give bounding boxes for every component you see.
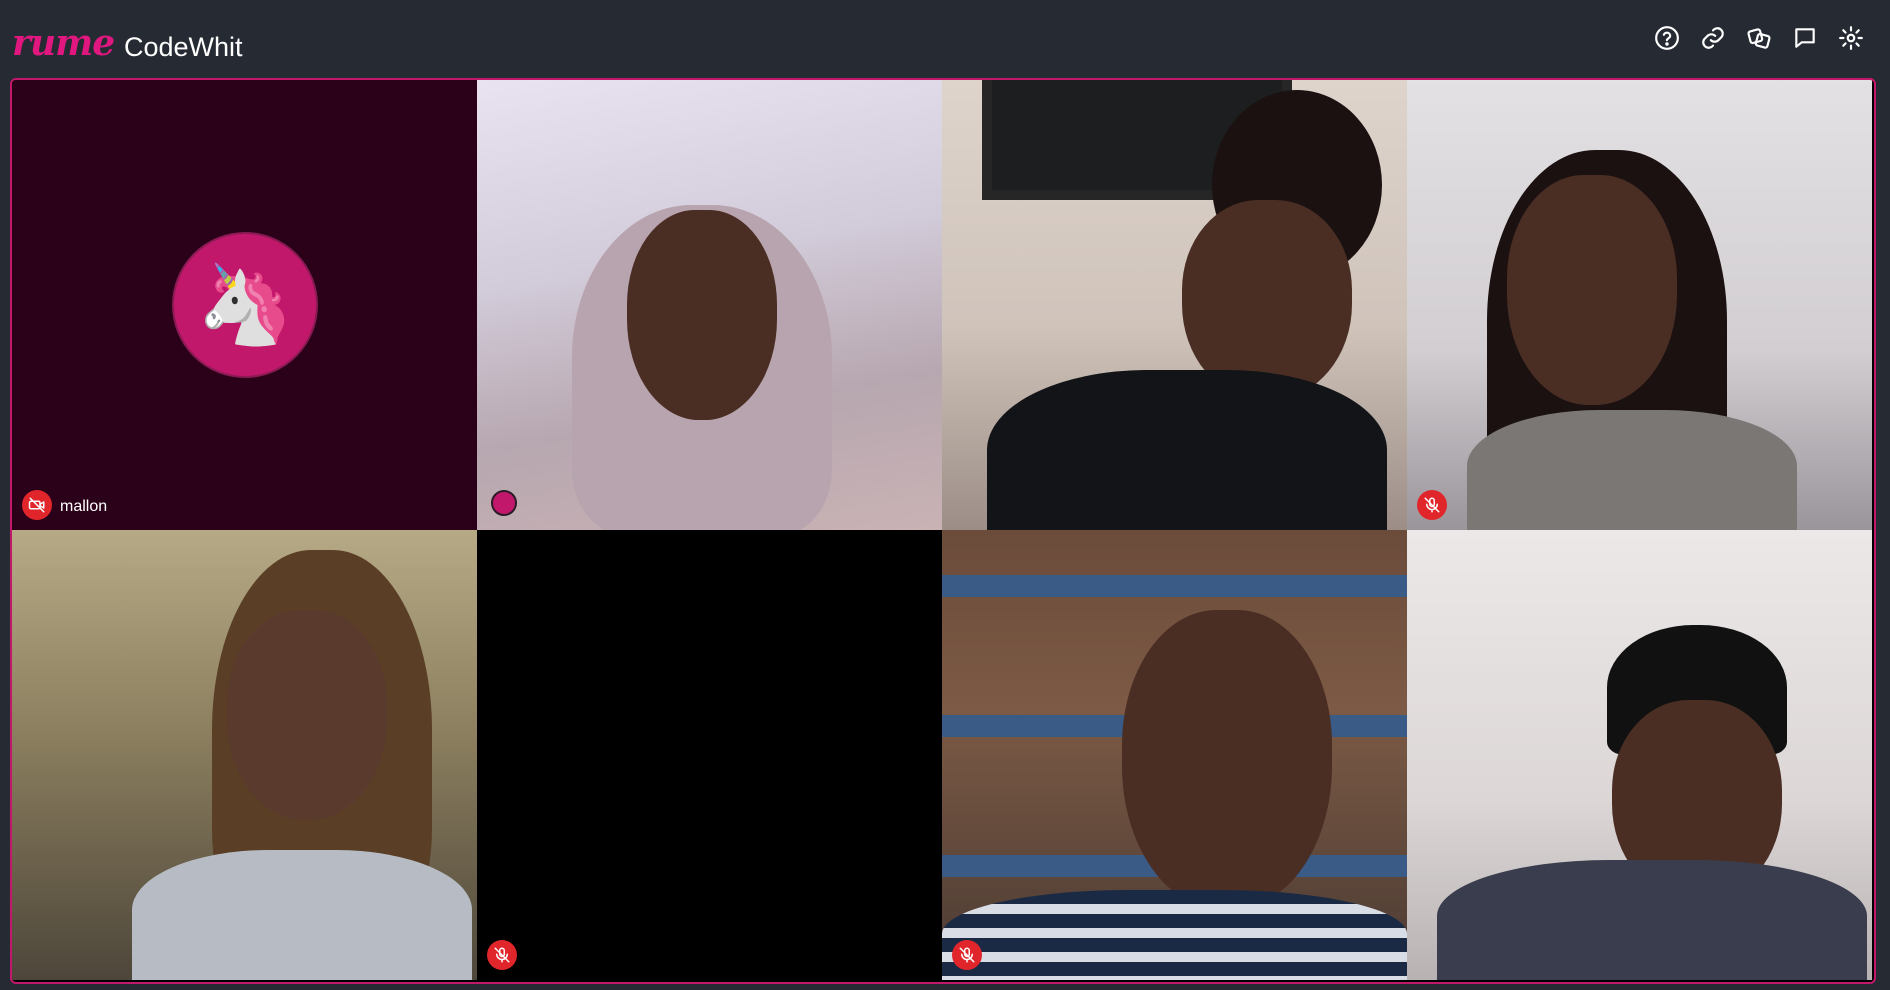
participant-tile-mallon[interactable]: 🦄 mallon [12,80,477,530]
participant-tile-video[interactable] [1407,530,1872,980]
room-name: CodeWhit [124,32,243,62]
participant-face [1507,175,1677,405]
participant-shirt [1467,410,1797,530]
participant-tile-video[interactable] [942,80,1407,530]
top-bar: rume CodeWhit [0,0,1890,78]
participant-tile-video[interactable] [1407,80,1872,530]
participant-tile-video[interactable] [12,530,477,980]
participant-name: mallon [60,498,108,515]
participant-face [627,210,777,420]
games-icon[interactable] [1744,23,1774,53]
speaking-indicator [491,490,517,516]
help-icon[interactable] [1652,23,1682,53]
participant-shirt [132,850,472,980]
participant-face [1122,610,1332,910]
participant-tile-blank[interactable] [477,530,942,980]
settings-icon[interactable] [1836,23,1866,53]
avatar: 🦄 [172,232,318,378]
rume-logo[interactable]: rume [12,22,115,64]
video-grid: 🦄 mallon [10,78,1876,984]
toolbar [1652,24,1866,52]
chat-icon[interactable] [1790,23,1820,53]
mic-muted-icon [952,940,982,970]
mic-muted-icon [1417,490,1447,520]
mic-muted-icon [487,940,517,970]
background-slat [942,575,1407,597]
participant-tile-video[interactable] [477,80,942,530]
participant-jacket [1437,860,1867,980]
participant-shirt [987,370,1387,530]
participant-shirt [942,890,1407,980]
camera-off-icon [22,490,52,520]
link-icon[interactable] [1698,23,1728,53]
participant-face [227,610,387,820]
participant-tile-video[interactable] [942,530,1407,980]
